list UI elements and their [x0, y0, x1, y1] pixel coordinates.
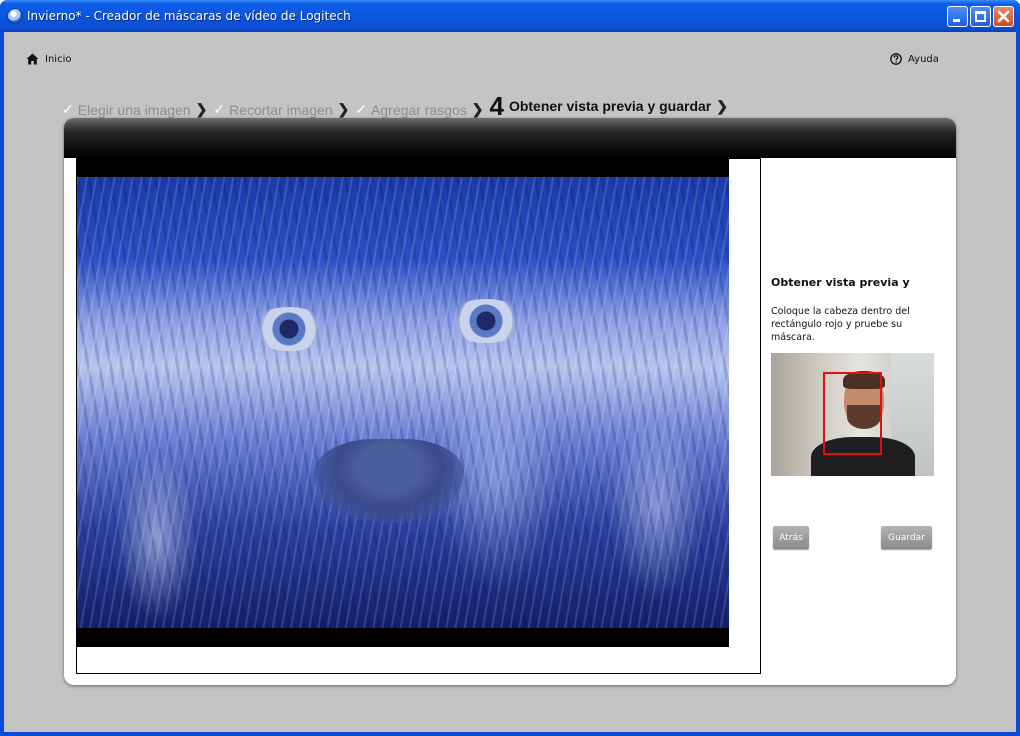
- step-label: Agregar rasgos: [371, 101, 467, 118]
- minimize-button[interactable]: [947, 6, 968, 27]
- home-link[interactable]: Inicio: [26, 53, 71, 65]
- webcam-preview: [771, 353, 934, 476]
- save-button[interactable]: Guardar: [881, 526, 932, 549]
- forest-texture: [77, 177, 729, 628]
- preview-frame: [76, 158, 761, 674]
- side-instructions: Coloque la cabeza dentro del rectángulo …: [771, 306, 910, 343]
- mask-left-eye: [250, 307, 328, 351]
- step-crop-image[interactable]: ✓ Recortar imagen ❯: [213, 101, 355, 118]
- chevron-right-icon: ❯: [195, 101, 208, 117]
- chevron-right-icon: ❯: [716, 97, 728, 114]
- panel-header: [64, 118, 956, 158]
- chevron-right-icon: ❯: [471, 101, 484, 117]
- check-icon: ✓: [62, 101, 74, 117]
- step-number: 4: [489, 91, 504, 121]
- wizard-steps: ✓ Elegir una imagen ❯ ✓ Recortar imagen …: [62, 90, 734, 121]
- help-icon: [890, 53, 902, 65]
- close-button[interactable]: [993, 6, 1014, 27]
- app-window: Invierno* - Creador de máscaras de vídeo…: [0, 0, 1020, 736]
- step-label: Recortar imagen: [229, 101, 333, 118]
- side-panel: Obtener vista previa y Coloque la cabeza…: [771, 158, 941, 678]
- mask-right-eye: [447, 299, 525, 343]
- step-preview-save: 4 Obtener vista previa y guardar ❯: [489, 91, 734, 121]
- step-label: Elegir una imagen: [77, 101, 191, 118]
- check-icon: ✓: [213, 101, 226, 117]
- home-icon: [26, 53, 39, 65]
- mask-preview-video: [77, 159, 729, 647]
- close-icon: [997, 10, 1010, 23]
- help-label: Ayuda: [908, 53, 939, 65]
- home-label: Inicio: [45, 53, 72, 65]
- maximize-button[interactable]: [970, 6, 991, 27]
- step-add-features[interactable]: ✓ Agregar rasgos ❯: [355, 101, 489, 118]
- main-panel: Obtener vista previa y Coloque la cabeza…: [64, 118, 956, 685]
- side-title: Obtener vista previa y: [771, 276, 910, 289]
- check-icon: ✓: [355, 101, 368, 117]
- step-label: Obtener vista previa y guardar: [508, 98, 712, 114]
- help-link[interactable]: Ayuda: [890, 53, 939, 65]
- maximize-icon: [975, 11, 986, 22]
- chevron-right-icon: ❯: [337, 101, 350, 117]
- back-button[interactable]: Atrás: [773, 526, 809, 549]
- client-area: Inicio Ayuda ✓ Elegir una imagen ❯ ✓ Rec…: [4, 32, 1016, 732]
- minimize-icon: [953, 19, 960, 22]
- app-logo-icon: [7, 8, 23, 24]
- face-tracking-rectangle: [823, 372, 882, 455]
- window-title: Invierno* - Creador de máscaras de vídeo…: [27, 9, 351, 23]
- mask-mouth: [314, 439, 464, 523]
- step-choose-image[interactable]: ✓ Elegir una imagen ❯: [62, 101, 213, 118]
- title-bar[interactable]: Invierno* - Creador de máscaras de vídeo…: [0, 0, 1020, 32]
